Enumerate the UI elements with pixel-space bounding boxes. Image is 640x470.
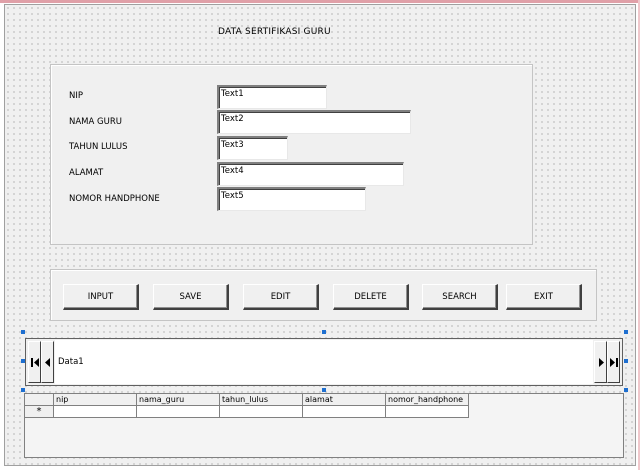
label-nomor-handphone: NOMOR HANDPHONE bbox=[69, 194, 160, 204]
next-record-button[interactable] bbox=[594, 341, 607, 383]
first-record-button[interactable] bbox=[28, 341, 41, 383]
grid-column-header-nama-guru[interactable]: nama_guru bbox=[137, 394, 220, 406]
search-button[interactable]: SEARCH bbox=[422, 284, 498, 310]
save-button[interactable]: SAVE bbox=[153, 284, 229, 310]
grid-cell-nama-guru[interactable] bbox=[137, 406, 220, 418]
grid-column-header-nomor-handphone[interactable]: nomor_handphone bbox=[386, 394, 469, 406]
selection-handle[interactable] bbox=[322, 330, 326, 334]
selection-handle[interactable] bbox=[624, 388, 628, 392]
form-title: DATA SERTIFIKASI GURU bbox=[218, 27, 331, 37]
grid-cell-alamat[interactable] bbox=[303, 406, 386, 418]
delete-button[interactable]: DELETE bbox=[333, 284, 409, 310]
first-record-icon bbox=[31, 358, 39, 367]
nama-guru-textbox[interactable]: Text2 bbox=[217, 110, 411, 134]
label-nip: NIP bbox=[69, 91, 83, 101]
exit-button[interactable]: EXIT bbox=[506, 284, 582, 310]
grid-corner-header bbox=[25, 394, 54, 406]
label-alamat: ALAMAT bbox=[69, 168, 104, 178]
input-button[interactable]: INPUT bbox=[63, 284, 139, 310]
grid-cell-tahun-lulus[interactable] bbox=[220, 406, 303, 418]
grid-cell-nomor-handphone[interactable] bbox=[386, 406, 469, 418]
previous-record-icon bbox=[45, 358, 50, 367]
last-record-button[interactable] bbox=[607, 341, 620, 383]
next-record-icon bbox=[599, 358, 604, 367]
edit-button[interactable]: EDIT bbox=[243, 284, 319, 310]
selection-handle[interactable] bbox=[21, 359, 25, 363]
selection-handle[interactable] bbox=[322, 388, 326, 392]
previous-record-button[interactable] bbox=[41, 341, 54, 383]
selection-handle[interactable] bbox=[624, 330, 628, 334]
nomor-handphone-textbox[interactable]: Text5 bbox=[217, 187, 366, 211]
data-control[interactable]: Data1 bbox=[25, 338, 623, 386]
last-record-icon bbox=[610, 358, 618, 367]
grid-column-header-nip[interactable]: nip bbox=[54, 394, 137, 406]
grid-column-header-tahun-lulus[interactable]: tahun_lulus bbox=[220, 394, 303, 406]
nip-textbox[interactable]: Text1 bbox=[217, 85, 327, 109]
label-tahun-lulus: TAHUN LULUS bbox=[69, 142, 128, 152]
grid-column-header-alamat[interactable]: alamat bbox=[303, 394, 386, 406]
grid-row-selector[interactable]: * bbox=[25, 406, 54, 418]
data-grid[interactable]: nip nama_guru tahun_lulus alamat nomor_h… bbox=[24, 393, 624, 458]
window-top-border bbox=[0, 0, 640, 3]
alamat-textbox[interactable]: Text4 bbox=[217, 162, 404, 186]
selection-handle[interactable] bbox=[21, 388, 25, 392]
grid-cell-nip[interactable] bbox=[54, 406, 137, 418]
label-nama-guru: NAMA GURU bbox=[69, 117, 122, 127]
selection-handle[interactable] bbox=[21, 330, 25, 334]
tahun-lulus-textbox[interactable]: Text3 bbox=[217, 136, 288, 160]
data-control-caption: Data1 bbox=[55, 340, 593, 384]
selection-handle[interactable] bbox=[624, 359, 628, 363]
